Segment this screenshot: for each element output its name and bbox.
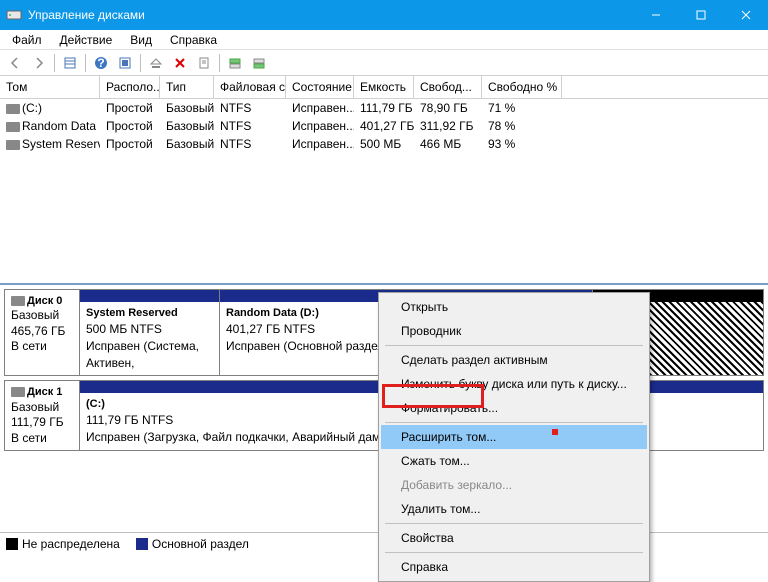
col-volume[interactable]: Том — [0, 76, 100, 98]
app-icon — [6, 7, 22, 23]
ctx-delete-volume[interactable]: Удалить том... — [381, 497, 647, 521]
ctx-shrink-volume[interactable]: Сжать том... — [381, 449, 647, 473]
menu-file[interactable]: Файл — [4, 31, 50, 49]
legend-swatch-unallocated — [6, 538, 18, 550]
menubar: Файл Действие Вид Справка — [0, 30, 768, 50]
partition-stripe — [80, 290, 219, 302]
menu-view[interactable]: Вид — [122, 31, 160, 49]
ctx-add-mirror: Добавить зеркало... — [381, 473, 647, 497]
legend-swatch-primary — [136, 538, 148, 550]
annotation-marker — [552, 429, 558, 435]
ctx-help[interactable]: Справка — [381, 555, 647, 579]
ctx-properties[interactable]: Свойства — [381, 526, 647, 550]
window-title: Управление дисками — [28, 8, 633, 22]
col-capacity[interactable]: Емкость — [354, 76, 414, 98]
disk-label[interactable]: Диск 0 Базовый 465,76 ГБ В сети — [5, 290, 80, 375]
minimize-button[interactable] — [633, 0, 678, 30]
eject-button[interactable] — [145, 52, 167, 74]
drive-icon — [6, 104, 20, 114]
properties-button[interactable] — [193, 52, 215, 74]
maximize-button[interactable] — [678, 0, 723, 30]
col-percent[interactable]: Свободно % — [482, 76, 562, 98]
view-list-button[interactable] — [59, 52, 81, 74]
volume-list: Том Располо... Тип Файловая с... Состоян… — [0, 76, 768, 285]
toolbar: ? — [0, 50, 768, 76]
volume-row[interactable]: Random Data (D:) Простой Базовый NTFS Ис… — [0, 117, 768, 135]
ctx-explorer[interactable]: Проводник — [381, 319, 647, 343]
refresh-button[interactable] — [114, 52, 136, 74]
titlebar: Управление дисками — [0, 0, 768, 30]
back-button[interactable] — [4, 52, 26, 74]
forward-button[interactable] — [28, 52, 50, 74]
disk-top-button[interactable] — [224, 52, 246, 74]
ctx-change-letter[interactable]: Изменить букву диска или путь к диску... — [381, 372, 647, 396]
disk-bottom-button[interactable] — [248, 52, 270, 74]
disk-label[interactable]: Диск 1 Базовый 111,79 ГБ В сети — [5, 381, 80, 450]
ctx-extend-volume[interactable]: Расширить том... — [381, 425, 647, 449]
col-free[interactable]: Свобод... — [414, 76, 482, 98]
menu-help[interactable]: Справка — [162, 31, 225, 49]
ctx-format[interactable]: Форматировать... — [381, 396, 647, 420]
help-button[interactable]: ? — [90, 52, 112, 74]
partition-system-reserved[interactable]: System Reserved500 МБ NTFSИсправен (Сист… — [80, 290, 220, 375]
volume-row[interactable]: System Reserved Простой Базовый NTFS Исп… — [0, 135, 768, 153]
col-filesystem[interactable]: Файловая с... — [214, 76, 286, 98]
context-menu: Открыть Проводник Сделать раздел активны… — [378, 292, 650, 582]
volume-row[interactable]: (C:) Простой Базовый NTFS Исправен... 11… — [0, 99, 768, 117]
col-type[interactable]: Тип — [160, 76, 214, 98]
close-button[interactable] — [723, 0, 768, 30]
menu-action[interactable]: Действие — [52, 31, 121, 49]
drive-icon — [6, 122, 20, 132]
volume-header: Том Располо... Тип Файловая с... Состоян… — [0, 76, 768, 99]
ctx-open[interactable]: Открыть — [381, 295, 647, 319]
col-state[interactable]: Состояние — [286, 76, 354, 98]
delete-button[interactable] — [169, 52, 191, 74]
drive-icon — [6, 140, 20, 150]
col-layout[interactable]: Располо... — [100, 76, 160, 98]
ctx-make-active[interactable]: Сделать раздел активным — [381, 348, 647, 372]
disk-icon — [11, 387, 25, 397]
svg-text:?: ? — [97, 56, 104, 70]
disk-icon — [11, 296, 25, 306]
